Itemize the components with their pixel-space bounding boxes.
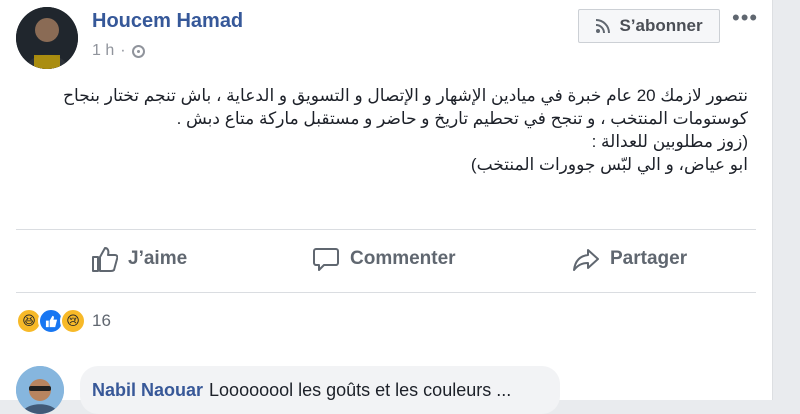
rss-icon [596,19,611,34]
post-meta: 1 h · [92,42,145,60]
more-options-icon[interactable]: ••• [732,7,757,30]
post-time[interactable]: 1 h [92,42,114,60]
post-line: كوستومات المنتخب ، و تنجح في تحطيم تاريخ… [176,109,748,128]
actions-top-divider [16,229,756,230]
comment-text: Loooooool les goûts et les couleurs ... [209,379,512,400]
separator-dot: · [120,42,126,59]
subscribe-button[interactable]: S’abonner [578,9,720,43]
thumbs-up-icon [92,247,118,272]
post-line: ابو عياض، و الي لبّس جوورات المنتخب) [470,155,748,174]
comment-label: Commenter [350,248,456,269]
comment-author[interactable]: Nabil Naouar [92,380,203,401]
author-avatar[interactable] [16,7,78,69]
comment-bubble: Nabil Naouar Loooooool les goûts et les … [80,366,560,414]
reactions-divider [16,292,756,293]
post-line: (زوز مطلوبين للعدالة : [591,132,748,151]
post-card: Houcem Hamad 1 h · S’abonner ••• نتصور ل… [0,0,773,414]
share-button[interactable]: Partager [572,242,687,276]
like-thumb-icon [45,315,57,327]
reaction-count: 16 [92,311,111,330]
comment-icon [313,248,339,271]
post-line: نتصور لازمك 20 عام خبرة في ميادين الإشها… [63,86,748,105]
globe-icon [131,44,145,58]
comment-button[interactable]: Commenter [312,242,456,276]
post-author-name[interactable]: Houcem Hamad [92,10,243,33]
sad-reaction-icon: 😢 [60,308,86,334]
share-icon [573,249,599,271]
commenter-photo [16,366,64,414]
share-label: Partager [610,248,688,269]
commenter-avatar[interactable] [16,366,64,414]
like-button[interactable]: J’aime [90,242,187,276]
post-text: نتصور لازمك 20 عام خبرة في ميادين الإشها… [20,84,748,176]
subscribe-label: S’abonner [619,16,703,35]
author-photo [16,7,78,69]
like-label: J’aime [128,248,188,269]
reactions-summary[interactable]: 😆 😢 16 [16,308,111,334]
